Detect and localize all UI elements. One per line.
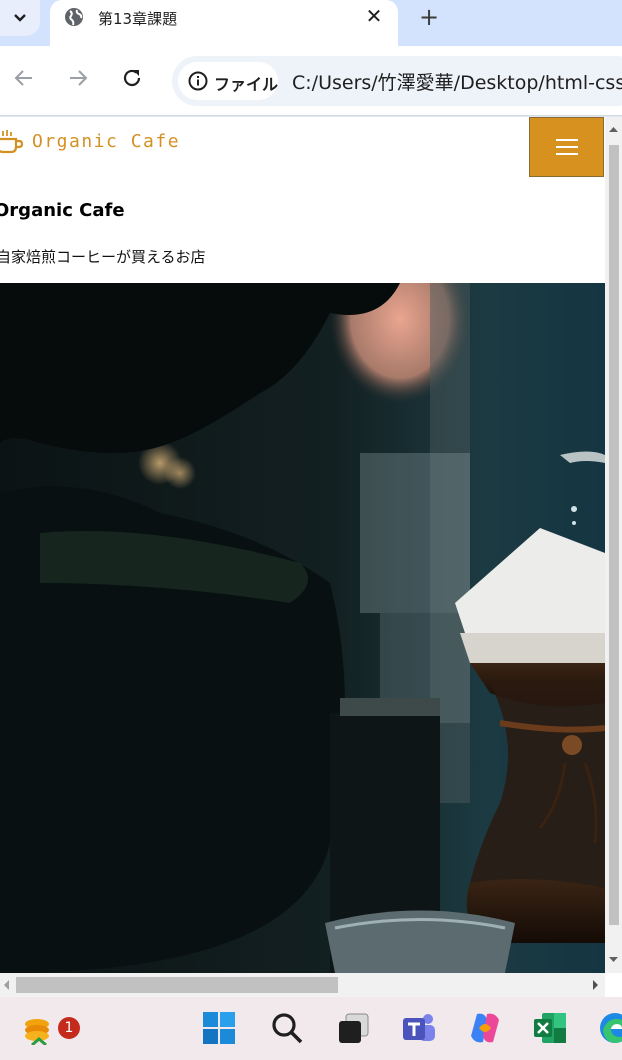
reload-icon <box>123 69 141 87</box>
page-viewport: Organic Cafe Organic Cafe 自家焙煎コーヒーが買えるお店 <box>0 117 622 997</box>
active-tab[interactable]: 第13章課題 ✕ <box>50 0 398 46</box>
site-info-chip[interactable]: ファイル <box>178 62 278 100</box>
hamburger-menu-icon <box>555 139 578 155</box>
scroll-down-icon <box>609 957 618 962</box>
back-button[interactable] <box>10 64 38 92</box>
coins-widget[interactable]: 1 <box>20 1009 80 1047</box>
coins-widget-icon <box>25 1019 49 1045</box>
scroll-right-icon <box>593 980 598 990</box>
globe-icon <box>65 8 83 26</box>
chevron-down-icon <box>14 14 26 22</box>
logo-text: Organic Cafe <box>32 130 181 152</box>
vertical-scrollbar[interactable] <box>605 117 622 973</box>
tab-strip: 第13章課題 ✕ + <box>0 0 622 46</box>
copilot-icon <box>471 1013 499 1043</box>
menu-button[interactable] <box>529 117 604 177</box>
browser-toolbar: ファイル C:/Users/竹澤愛華/Desktop/html-css <box>0 46 622 116</box>
site-tagline: 自家焙煎コーヒーが買えるお店 <box>0 248 206 266</box>
excel-button[interactable] <box>531 1009 569 1047</box>
reload-button[interactable] <box>118 64 146 92</box>
edge-icon <box>600 1013 622 1043</box>
arrow-left-icon <box>14 70 32 86</box>
coffee-pour-over-photo <box>0 283 605 973</box>
taskbar-search[interactable] <box>268 1009 306 1047</box>
excel-icon <box>534 1013 566 1043</box>
copilot-button[interactable] <box>466 1009 504 1047</box>
new-tab-button[interactable]: + <box>416 3 442 31</box>
tab-title: 第13章課題 <box>98 10 178 28</box>
site-logo[interactable]: Organic Cafe <box>0 125 180 157</box>
file-chip-label: ファイル <box>214 75 279 94</box>
vertical-scroll-thumb[interactable] <box>609 145 619 925</box>
horizontal-scroll-thumb[interactable] <box>16 977 338 993</box>
coffee-cup-icon <box>0 130 24 154</box>
search-icon <box>272 1013 303 1044</box>
windows-taskbar: 1 <box>0 997 622 1060</box>
tab-search-button[interactable] <box>0 0 40 36</box>
info-icon <box>188 71 208 91</box>
start-button[interactable] <box>200 1009 238 1047</box>
site-title: Organic Cafe <box>0 200 125 221</box>
close-tab-icon[interactable]: ✕ <box>362 4 386 28</box>
windows-start-icon <box>203 1012 235 1044</box>
horizontal-scrollbar[interactable] <box>0 973 605 997</box>
address-bar[interactable]: ファイル C:/Users/竹澤愛華/Desktop/html-css <box>172 56 622 106</box>
forward-button[interactable] <box>64 64 92 92</box>
teams-icon <box>403 1014 435 1041</box>
scroll-left-icon <box>4 980 9 990</box>
edge-button[interactable] <box>596 1009 622 1047</box>
task-view-button[interactable] <box>334 1009 372 1047</box>
scroll-up-icon <box>609 127 618 132</box>
task-view-icon <box>339 1013 369 1043</box>
url-text[interactable]: C:/Users/竹澤愛華/Desktop/html-css <box>292 68 622 95</box>
hero-image <box>0 283 605 973</box>
notification-badge: 1 <box>58 1017 80 1039</box>
teams-button[interactable] <box>400 1009 438 1047</box>
arrow-right-icon <box>70 70 88 86</box>
